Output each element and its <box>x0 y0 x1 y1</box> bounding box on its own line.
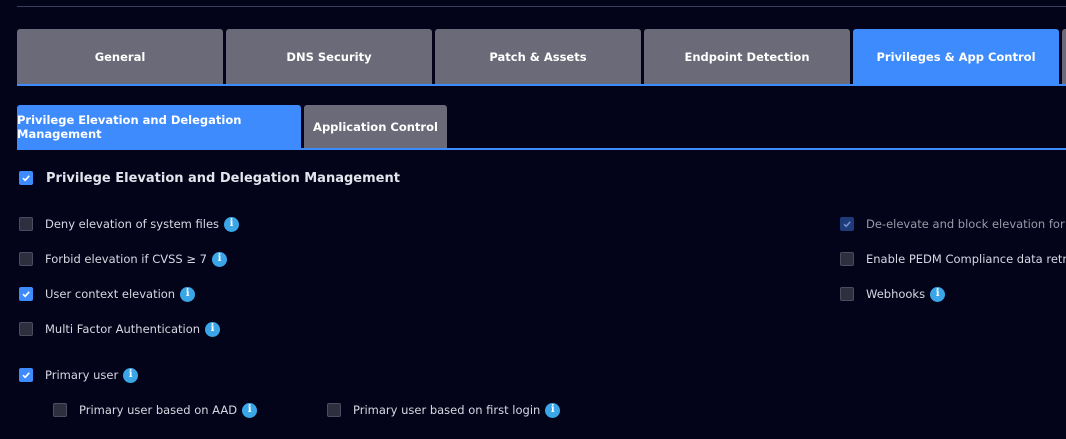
option-mfa: Multi Factor Authentication i <box>19 319 221 339</box>
mfa-checkbox[interactable] <box>19 322 33 336</box>
subtab-privilege-elevation[interactable]: Privilege Elevation and Delegation Manag… <box>17 105 301 149</box>
webhooks-label: Webhooks <box>866 287 926 301</box>
primary-user-aad-checkbox[interactable] <box>53 403 67 417</box>
option-primary-user: Primary user i <box>19 365 139 385</box>
user-context-label: User context elevation <box>45 287 176 301</box>
info-icon[interactable]: i <box>205 321 221 337</box>
check-icon <box>22 175 30 182</box>
tab-dns-security[interactable]: DNS Security <box>226 29 432 84</box>
option-pedm-compliance: Enable PEDM Compliance data retrie <box>840 249 1066 269</box>
tab-privileges-app-control[interactable]: Privileges & App Control <box>853 29 1059 84</box>
sub-tabs-underline <box>17 148 1066 150</box>
option-de-elevate: De-elevate and block elevation for us <box>840 214 1066 234</box>
deny-elevation-label: Deny elevation of system files <box>45 217 220 231</box>
option-forbid-cvss: Forbid elevation if CVSS ≥ 7 i <box>19 249 227 269</box>
deny-elevation-checkbox[interactable] <box>19 217 33 231</box>
de-elevate-checkbox[interactable] <box>840 217 854 231</box>
primary-user-first-login-label: Primary user based on first login <box>353 403 541 417</box>
subtab-application-control[interactable]: Application Control <box>304 105 447 149</box>
option-user-context: User context elevation i <box>19 284 196 304</box>
check-icon <box>22 372 30 379</box>
forbid-cvss-checkbox[interactable] <box>19 252 33 266</box>
pedm-compliance-checkbox[interactable] <box>840 252 854 266</box>
info-icon[interactable]: i <box>224 216 240 232</box>
primary-user-checkbox[interactable] <box>19 368 33 382</box>
check-icon <box>22 291 30 298</box>
section-title: Privilege Elevation and Delegation Manag… <box>46 170 400 186</box>
forbid-cvss-label: Forbid elevation if CVSS ≥ 7 <box>45 252 207 266</box>
tab-endpoint-detection[interactable]: Endpoint Detection <box>644 29 850 84</box>
webhooks-checkbox[interactable] <box>840 287 854 301</box>
option-deny-elevation: Deny elevation of system files i <box>19 214 240 234</box>
user-context-checkbox[interactable] <box>19 287 33 301</box>
main-tabs: General DNS Security Patch & Assets Endp… <box>17 29 1066 86</box>
de-elevate-label: De-elevate and block elevation for us <box>866 217 1066 231</box>
tab-patch-assets[interactable]: Patch & Assets <box>435 29 641 84</box>
top-divider <box>17 6 1066 7</box>
info-icon[interactable]: i <box>545 402 561 418</box>
section-heading-row: Privilege Elevation and Delegation Manag… <box>19 168 400 188</box>
info-icon[interactable]: i <box>930 286 946 302</box>
pedm-compliance-label: Enable PEDM Compliance data retrie <box>866 252 1066 266</box>
option-primary-user-first-login: Primary user based on first login i <box>327 400 561 420</box>
primary-user-label: Primary user <box>45 368 119 382</box>
option-webhooks: Webhooks i <box>840 284 946 304</box>
primary-user-first-login-checkbox[interactable] <box>327 403 341 417</box>
tab-overflow[interactable] <box>1062 29 1066 84</box>
tab-general[interactable]: General <box>17 29 223 84</box>
info-icon[interactable]: i <box>242 402 258 418</box>
section-checkbox[interactable] <box>19 171 33 185</box>
mfa-label: Multi Factor Authentication <box>45 322 201 336</box>
option-primary-user-aad: Primary user based on AAD i <box>53 400 258 420</box>
check-icon <box>843 221 851 228</box>
info-icon[interactable]: i <box>180 286 196 302</box>
info-icon[interactable]: i <box>123 367 139 383</box>
settings-page: General DNS Security Patch & Assets Endp… <box>0 0 1066 439</box>
main-tabs-underline <box>17 84 1066 86</box>
primary-user-aad-label: Primary user based on AAD <box>79 403 238 417</box>
info-icon[interactable]: i <box>211 251 227 267</box>
